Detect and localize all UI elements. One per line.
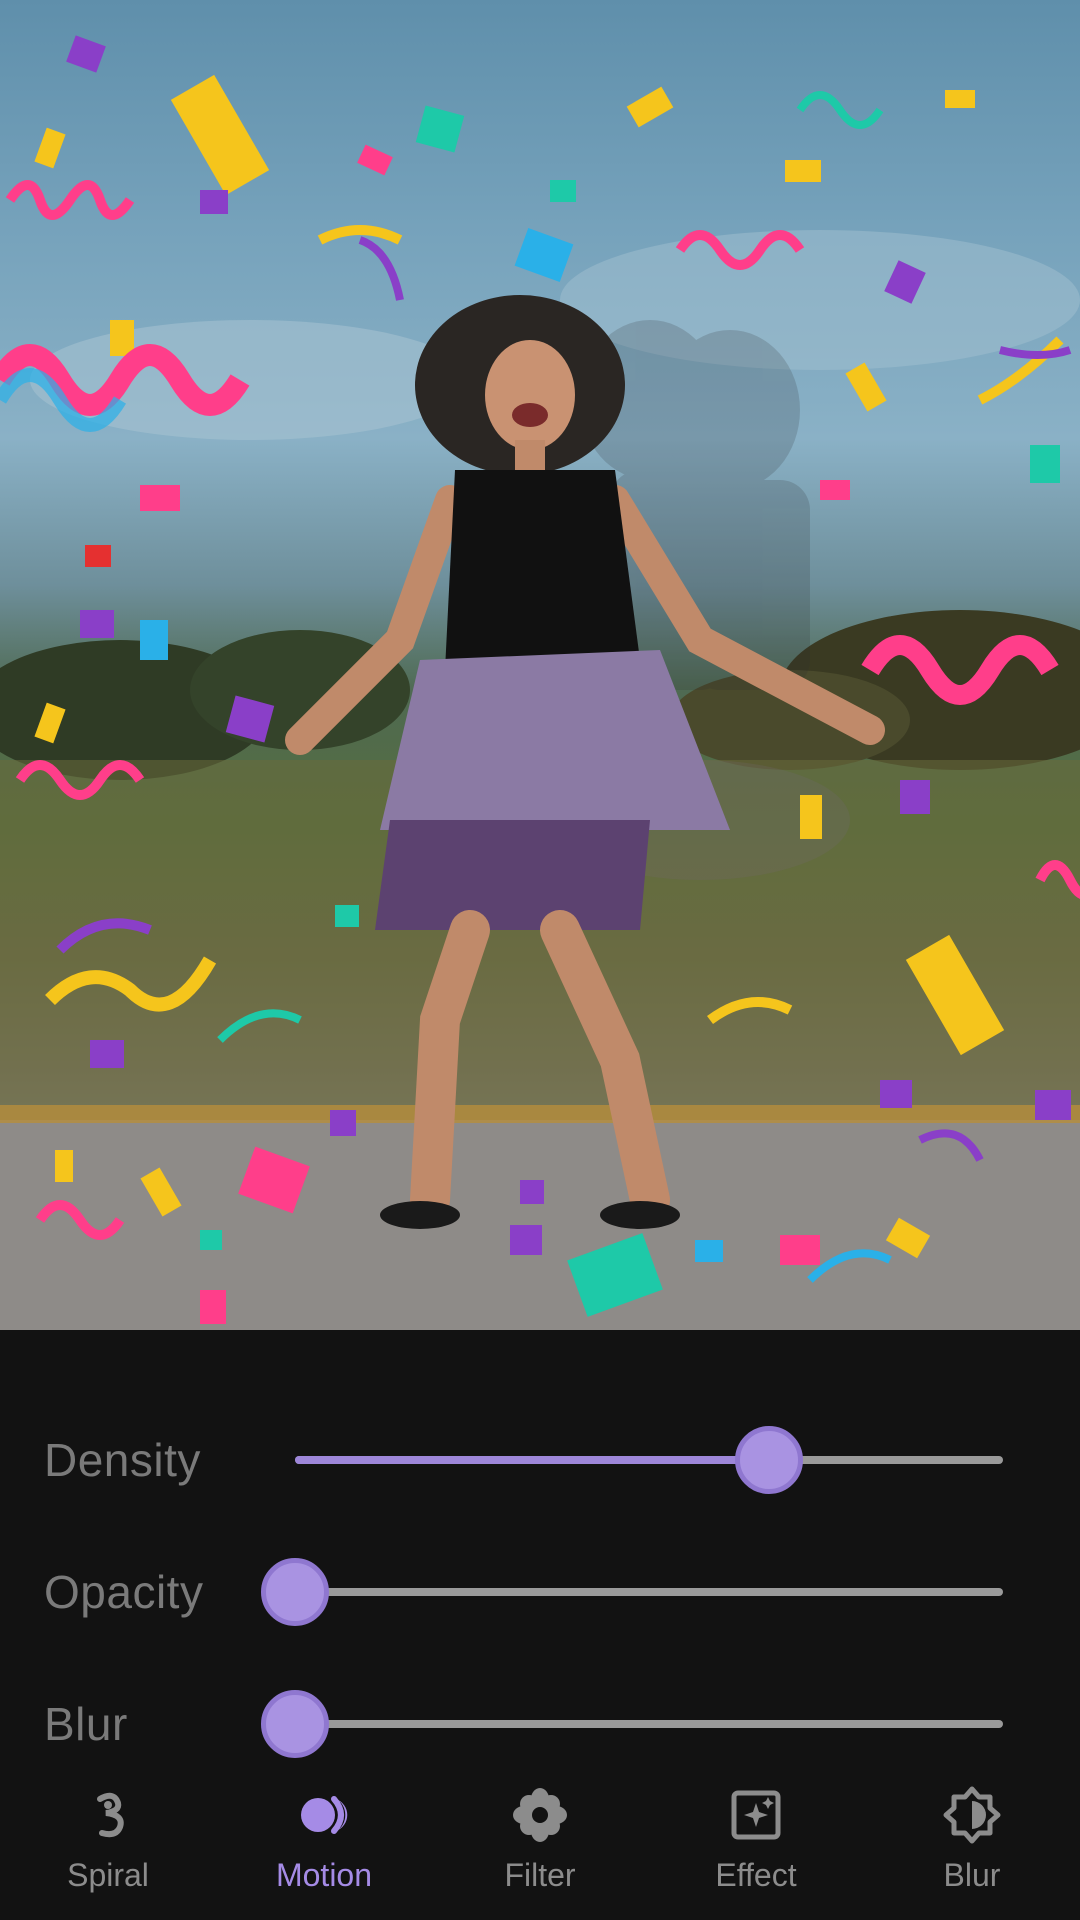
blur-slider-thumb[interactable] [261,1690,329,1758]
nav-item-filter[interactable]: Filter [432,1775,648,1920]
photo-preview [0,0,1080,1330]
blur-slider[interactable] [261,1690,1003,1758]
nav-label-motion: Motion [275,1857,373,1893]
opacity-slider-row: Opacity [0,1552,1080,1632]
blur-label: Blur [44,1698,128,1750]
flower-icon [513,1788,567,1842]
sparkle-icon [731,1790,781,1840]
nav-item-spiral[interactable]: Spiral [0,1775,216,1920]
density-slider[interactable] [295,1426,1003,1494]
density-slider-row: Density [0,1420,1080,1500]
nav-label-spiral: Spiral [67,1857,149,1893]
opacity-label: Opacity [44,1566,204,1618]
opacity-slider-thumb[interactable] [261,1558,329,1626]
density-slider-thumb[interactable] [735,1426,804,1494]
spiral-icon [97,1792,124,1838]
opacity-slider[interactable] [261,1558,1003,1626]
nav-item-blur[interactable]: Blur [864,1775,1080,1920]
photo-canvas [0,35,1080,1330]
motion-icon [301,1796,348,1834]
nav-label-filter: Filter [504,1857,576,1893]
nav-item-motion[interactable]: Motion [216,1775,432,1920]
nav-item-effect[interactable]: Effect [648,1775,864,1920]
bottom-nav: Spiral Motion Filter Effect Blur [0,1775,1080,1920]
density-slider-fill [295,1456,770,1464]
blur-slider-row: Blur [0,1684,1080,1764]
nav-label-blur: Blur [943,1857,1001,1893]
blur-icon [943,1786,1001,1844]
nav-label-effect: Effect [715,1857,797,1893]
density-label: Density [44,1434,201,1486]
